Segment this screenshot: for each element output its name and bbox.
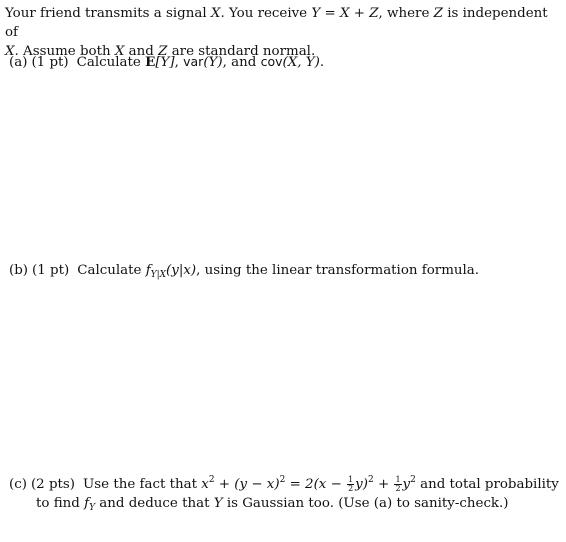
math-fraction: 12 <box>347 475 355 493</box>
part-text: , and <box>222 55 261 70</box>
math-term: + <box>373 477 394 492</box>
math-arg: (X, Y) <box>282 55 320 70</box>
math-fraction: 12 <box>394 475 402 493</box>
part-text: is Gaussian too. (Use (a) to sanity-chec… <box>222 496 509 511</box>
math-term: y) <box>355 477 368 492</box>
part-label: (c) <box>9 477 27 492</box>
math-term: x <box>201 477 209 492</box>
part-a: (a) (1 pt) Calculate E[Y], var(Y), and cov… <box>9 52 559 72</box>
part-points: (1 pt) <box>31 55 69 70</box>
math-arg: (y|x) <box>166 263 197 278</box>
expectation-operator: E <box>145 54 156 70</box>
intro-text: . You receive <box>220 6 312 21</box>
part-text: and total probability <box>415 477 559 492</box>
math-term: y <box>402 477 411 492</box>
math-term: + (y − x) <box>214 477 280 492</box>
math-subscript: Y|X <box>150 270 167 280</box>
var-operator: var <box>183 54 204 69</box>
part-text: Calculate <box>77 263 146 278</box>
intro-text: Your friend transmits a signal <box>5 6 211 21</box>
part-text: to find <box>36 496 85 511</box>
math-term: = 2(x − <box>285 477 347 492</box>
math-var: Z <box>433 6 443 21</box>
part-points: (1 pt) <box>32 263 70 278</box>
part-c-line-2: to find fY and deduce that Y is Gaussian… <box>9 494 559 518</box>
part-text: , using the linear transformation formul… <box>196 263 480 278</box>
math-arg: (Y) <box>203 55 223 70</box>
part-text: and deduce that <box>95 496 214 511</box>
math-arg: [Y] <box>155 55 175 70</box>
math-var: Y <box>213 496 223 511</box>
part-text: , <box>174 55 184 70</box>
part-b: (b) (1 pt) Calculate fY|X(y|x), using the … <box>9 261 559 285</box>
intro-text: , where <box>378 6 434 21</box>
part-text: Use the fact that <box>83 477 202 492</box>
part-points: (2 pts) <box>30 477 76 492</box>
part-text: . <box>319 55 325 70</box>
part-c: (c) (2 pts) Use the fact that x2 + (y − x)… <box>9 471 559 518</box>
cov-operator: cov <box>260 54 283 69</box>
part-label: (a) <box>9 55 28 70</box>
part-label: (b) <box>9 263 29 278</box>
math-equation: Y = X + Z <box>311 6 379 21</box>
part-text: Calculate <box>76 55 146 70</box>
